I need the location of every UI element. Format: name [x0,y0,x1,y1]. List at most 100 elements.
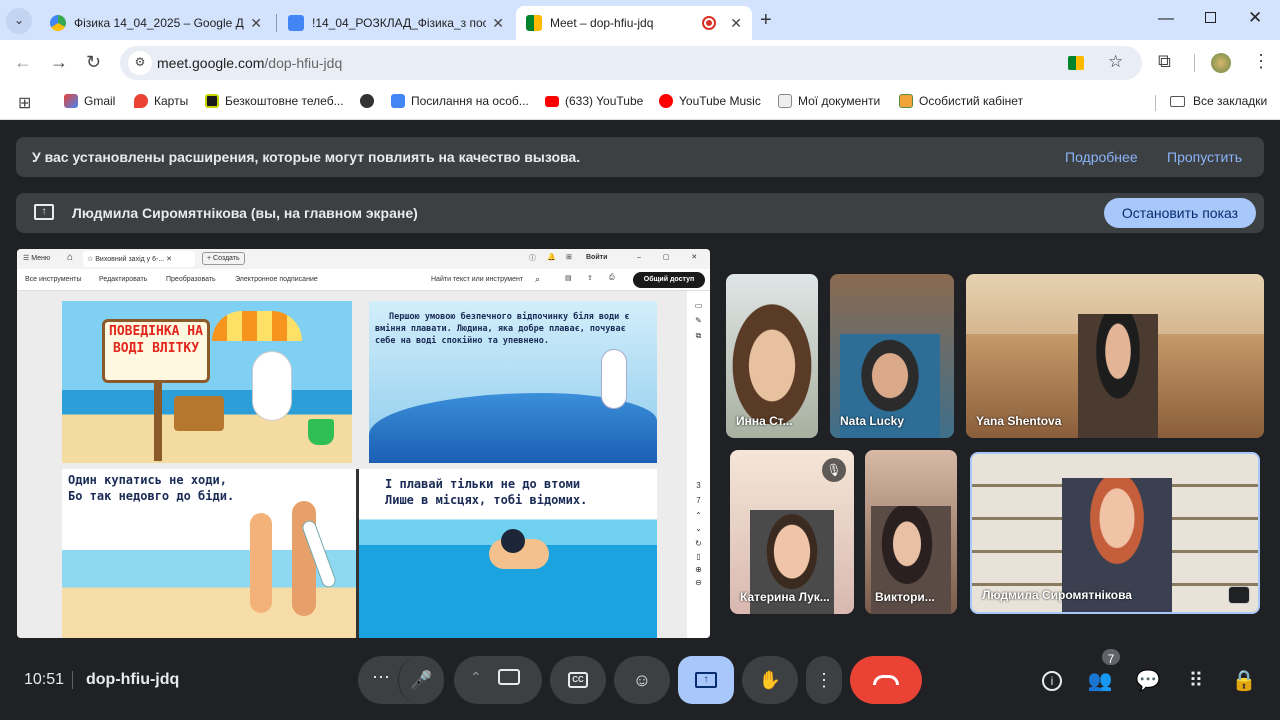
bookmark-gmail[interactable]: Gmail [64,94,115,108]
forward-button[interactable]: → [50,52,68,73]
bookmark-star-icon[interactable]: ☆ [1108,52,1123,72]
login-button[interactable]: Войти [586,254,607,261]
bookmark-youtube-music[interactable]: YouTube Music [659,94,761,108]
bookmark-cabinet[interactable]: Особистий кабінет [899,94,1023,108]
help-icon[interactable]: ⓘ [529,253,536,263]
people-icon[interactable]: 👥 [1087,668,1113,693]
comment-icon[interactable]: ▭ [687,301,710,310]
tab-meet[interactable]: Meet – dop-hfiu-jdq ✕ [516,6,752,40]
hang-up-icon [873,675,899,685]
participant-video [1078,314,1158,438]
new-tab-button[interactable]: + [760,9,772,32]
bookmark-youtube[interactable]: (633) YouTube [545,94,643,108]
search-icon[interactable]: ⌕ [535,274,540,285]
menu-button[interactable]: ☰ Меню [23,254,50,262]
host-controls-icon[interactable]: 🔒 [1231,668,1257,693]
tool-all[interactable]: Все инструменты [25,276,82,283]
raise-hand-button[interactable]: ✋ [742,656,798,704]
upload-icon[interactable]: ⇪ [587,274,593,282]
more-options-button[interactable]: ⋮ [806,656,842,704]
site-info-icon[interactable]: ⚙ [128,51,152,75]
reload-button[interactable]: ↻ [86,52,101,73]
mic-button[interactable]: 🎤 [398,656,444,704]
bookmark-my-docs[interactable]: Мої документи [778,94,880,108]
create-button[interactable]: + Создать [202,252,245,265]
leave-call-button[interactable] [850,656,922,704]
zoom-out-icon[interactable]: ⊖ [687,578,710,587]
tool-convert[interactable]: Преобразовать [166,276,216,283]
restore-button[interactable] [1205,12,1216,23]
rotate-icon[interactable]: ↻ [687,539,710,548]
tab-fizyka-doc[interactable]: Фізика 14_04_2025 – Google Д ✕ [40,6,272,40]
bookmark-maps[interactable]: Карты [134,94,188,108]
camera-button[interactable] [498,669,520,685]
video-options-icon[interactable]: ⌃ [470,669,482,686]
bell-icon[interactable]: 🔔 [547,253,556,261]
captions-button[interactable]: CC [550,656,606,704]
chat-icon[interactable]: 💬 [1135,668,1161,693]
participant-name: Виктори... [875,590,935,604]
emoji-icon: ☺ [632,669,652,690]
participant-tile[interactable]: Инна Ст... [726,274,818,438]
bucket-image [308,419,334,445]
meeting-info-icon[interactable]: i [1039,668,1065,691]
minimize-button[interactable]: — [1158,10,1174,28]
reactions-button[interactable]: ☺ [614,656,670,704]
home-icon[interactable]: ⌂ [67,252,73,263]
menu-kebab-icon[interactable]: ⋮ [1252,51,1270,72]
bookmark-tv[interactable]: Безкоштовне телеб... [205,94,344,108]
present-button[interactable]: ↑ [678,656,734,704]
tab-search-button[interactable]: ⌄ [6,8,32,34]
apps-grid-icon[interactable]: ⊞ [566,253,572,261]
page-up-icon[interactable]: ⌃ [687,511,710,520]
alone-line-2: Бо так недовго до біди. [68,489,235,503]
print-icon[interactable]: ⎙ [609,274,615,282]
copy-icon[interactable]: ⧉ [687,331,710,341]
page-down-icon[interactable]: ⌄ [687,524,710,533]
doc-tab[interactable]: ☆ Виховний захід у 6-... ✕ [83,251,195,267]
participant-tile[interactable]: Виктори... [865,450,957,614]
all-bookmarks-button[interactable]: Все закладки [1170,94,1267,108]
zoom-in-icon[interactable]: ⊕ [687,565,710,574]
apps-grid-icon[interactable]: ⊞ [18,93,31,113]
activities-icon[interactable]: ⠿ [1183,668,1209,693]
participant-tile[interactable]: 🎙 Катерина Лук... [730,450,854,614]
viewer-titlebar: ☰ Меню ⌂ ☆ Виховний захід у 6-... ✕ + Со… [17,249,710,269]
captions-icon: CC [568,672,588,688]
skip-link[interactable]: Пропустить [1167,149,1242,165]
participant-video [726,294,818,424]
stop-presenting-button[interactable]: Остановить показ [1104,198,1256,228]
profile-avatar[interactable] [1211,53,1231,73]
bookmark-docs[interactable]: Посилання на особ... [391,94,529,108]
file-icon[interactable]: ▯ [687,552,710,561]
save-icon[interactable]: ▤ [565,274,572,282]
back-button[interactable]: ← [14,52,32,73]
tool-edit[interactable]: Редактировать [99,276,147,283]
address-bar[interactable]: ⚙ meet.google.com/dop-hfiu-jdq ☆ [120,46,1142,80]
participant-tile-self[interactable]: Людмила Сиромятнікова [970,452,1260,614]
url-path: /dop-hfiu-jdq [264,55,343,71]
participant-name: Yana Shentova [976,414,1062,428]
search-tool-input[interactable]: Найти текст или инструмент [431,276,523,283]
tool-sign[interactable]: Электронное подписание [235,276,318,283]
close-tab-icon[interactable]: ✕ [250,15,262,32]
recording-icon [702,16,717,30]
tab-rozklad-doc[interactable]: !14_04_РОЗКЛАД_Фізика_з пос ✕ [278,6,514,40]
participant-tile[interactable]: Nata Lucky [830,274,954,438]
close-tab-icon[interactable]: ✕ [492,15,504,32]
extensions-icon[interactable]: ⧉ [1158,51,1171,72]
mic-group: ⋯ 🎤 [358,656,444,704]
more-vert-icon: ⋮ [815,669,833,690]
participant-tile[interactable]: Yana Shentova [966,274,1264,438]
close-window-button[interactable]: ✕ [1248,8,1262,28]
audio-options-icon[interactable]: ⋯ [372,667,390,688]
window-controls[interactable]: – ▢ ✕ [637,253,707,261]
tab-strip: ⌄ Фізика 14_04_2025 – Google Д ✕ !14_04_… [0,0,1280,40]
globe-icon[interactable] [360,94,380,108]
clock: 10:51 [24,671,65,688]
close-tab-icon[interactable]: ✕ [730,15,742,32]
share-button[interactable]: Общий доступ [633,272,705,288]
draw-icon[interactable]: ✎ [687,316,710,325]
google-meet-icon[interactable] [1068,56,1084,70]
more-info-link[interactable]: Подробнее [1065,149,1138,165]
